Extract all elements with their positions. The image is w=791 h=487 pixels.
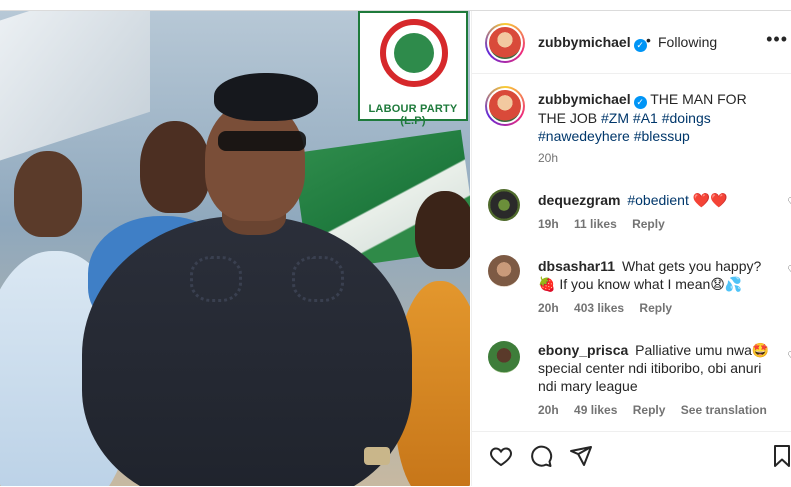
photo-person [14,151,82,237]
like-comment-icon[interactable]: ♡ [787,195,791,209]
party-logo: LABOUR PARTY (L.P) [358,11,468,127]
photo-main-person [82,216,412,486]
comment-text: dbsashar11 What gets you happy? 🍓 If you… [538,257,778,293]
comment-timestamp: 20h [538,301,559,315]
comment-emoji: ❤️❤️ [692,192,728,208]
post-header: zubbymichael ✓ • Following ••• [472,11,791,74]
photo-embroidery [190,256,242,302]
photo-watch [364,447,390,465]
caption-username[interactable]: zubbymichael ✓ [538,91,647,109]
commenter-avatar[interactable] [488,341,520,373]
reply-button[interactable]: Reply [639,301,672,315]
photo-person [415,191,470,269]
comment-meta: 20h 49 likes Reply See translation [538,403,779,417]
comment-meta: 19h 11 likes Reply [538,217,677,231]
commenter-avatar[interactable] [488,255,520,287]
commenter-avatar[interactable] [488,189,520,221]
comment-bubble-icon[interactable] [529,444,553,468]
reply-button[interactable]: Reply [632,217,665,231]
following-button[interactable]: Following [658,34,717,50]
author-avatar[interactable] [485,23,525,63]
more-options-icon[interactable]: ••• [766,29,788,50]
photo-embroidery [292,256,344,302]
comment-text: dequezgram #obedient ❤️❤️ [538,191,778,209]
logo-text: LABOUR PARTY (L.P) [368,103,458,127]
separator-dot: • [646,32,651,48]
comment-likes[interactable]: 49 likes [574,403,617,417]
commenter-username[interactable]: dequezgram [538,192,620,208]
like-comment-icon[interactable]: ♡ [787,263,791,277]
comment-timestamp: 20h [538,403,559,417]
save-bookmark-icon[interactable] [770,444,791,468]
like-heart-icon[interactable] [489,444,513,468]
photo-person [140,121,210,213]
caption-timestamp: 20h [538,151,559,165]
verified-badge-icon: ✓ [633,96,647,109]
like-comment-icon[interactable]: ♡ [787,349,791,363]
commenter-username[interactable]: dbsashar11 [538,258,615,274]
comment-meta: 20h 403 likes Reply [538,301,684,315]
logo-figures [394,33,434,73]
verified-badge-icon: ✓ [633,39,647,52]
commenter-username[interactable]: ebony_prisca [538,342,628,358]
comment-likes[interactable]: 11 likes [574,217,617,231]
comment-timestamp: 19h [538,217,559,231]
comment-body[interactable]: #obedient [627,192,689,208]
author-username[interactable]: zubbymichael ✓ [538,34,647,52]
window-top-edge [0,0,791,11]
share-send-icon[interactable] [569,444,593,468]
see-translation-link[interactable]: See translation [681,403,767,417]
caption-text: zubbymichael ✓ THE MAN FOR THE JOB #ZM #A… [538,90,778,145]
reply-button[interactable]: Reply [633,403,666,417]
comment-likes[interactable]: 403 likes [574,301,624,315]
photo-main-cap [214,73,318,121]
photo-glasses [218,131,306,151]
post-photo[interactable]: LABOUR PARTY (L.P) [0,11,470,486]
comment-text: ebony_prisca Palliative umu nwa🤩 special… [538,341,778,395]
post-side-panel: zubbymichael ✓ • Following ••• zubbymicha… [471,11,791,486]
post-actions [472,431,791,487]
caption-avatar[interactable] [485,86,525,126]
